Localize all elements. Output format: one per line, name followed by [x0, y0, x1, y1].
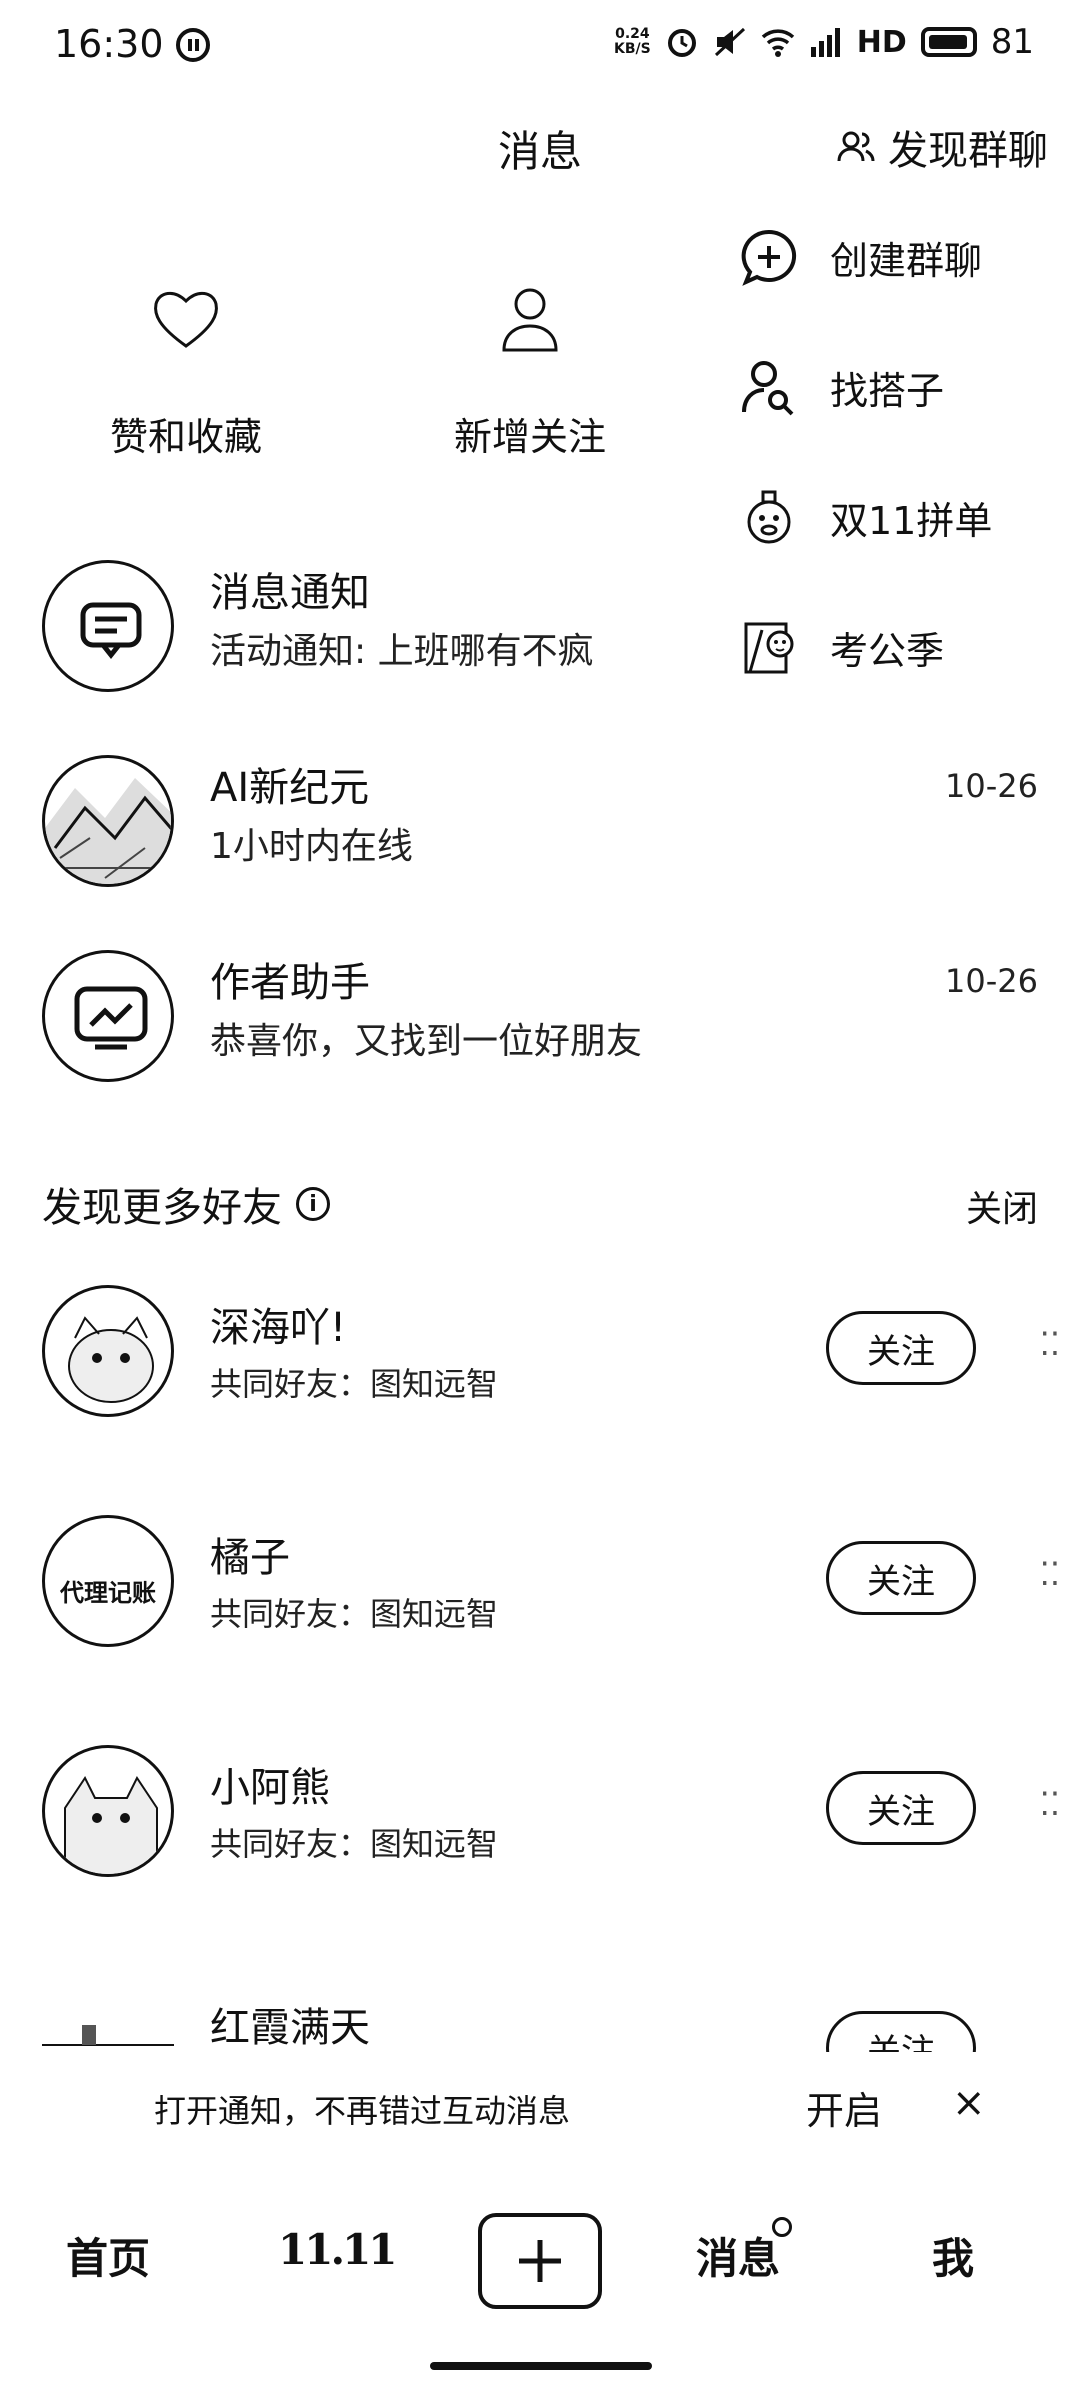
nav-home[interactable]: 首页: [66, 2225, 150, 2286]
chat-plus-icon: [741, 229, 797, 286]
discover-group-button[interactable]: 发现群聊: [836, 118, 1048, 176]
bottom-nav: 首页 11.11 消息 我: [0, 2195, 1080, 2345]
avatar-image: [42, 2025, 174, 2046]
header: 消息 发现群聊: [0, 110, 1080, 190]
conversation-item-ai[interactable]: AI新纪元 1小时内在线 10-26: [0, 755, 1080, 935]
find-person-icon: [742, 361, 794, 416]
mutual-friends: 共同好友：图知远智: [210, 1365, 499, 1403]
conversation-preview: 活动通知: 上班哪有不疯: [210, 631, 594, 672]
new-followers-label: 新增关注: [454, 415, 607, 459]
unread-dot: [772, 2217, 792, 2237]
conversation-preview: 1小时内在线: [210, 826, 413, 867]
conversation-preview: 恭喜你，又找到一位好朋友: [210, 1021, 643, 1062]
friend-name: 红霞满天: [210, 2005, 370, 2051]
dismiss-icon[interactable]: ⁚⁚: [1040, 1785, 1060, 1823]
cat-avatar-image: [64, 1776, 158, 1874]
conversation-item-notifications[interactable]: 消息通知 活动通知: 上班哪有不疯: [0, 560, 1080, 740]
conversation-time: 10-26: [945, 962, 1038, 1000]
likes-favorites-label: 赞和收藏: [110, 415, 263, 459]
heart-icon: [154, 292, 218, 348]
notification-text: 打开通知，不再错过互动消息: [154, 2092, 571, 2130]
avatar-image: [45, 778, 171, 884]
nav-me[interactable]: 我: [932, 2225, 974, 2286]
plus-icon: [519, 2240, 561, 2282]
follow-button[interactable]: 关注: [826, 1311, 976, 1385]
nav-messages[interactable]: 消息: [696, 2225, 780, 2286]
discover-friends-title: 发现更多好友 i: [42, 1175, 330, 1233]
person-icon: [502, 288, 558, 352]
info-icon[interactable]: i: [296, 1187, 330, 1221]
conversation-name: 作者助手: [210, 960, 370, 1006]
signal-icon: [810, 28, 840, 57]
friend-name: 小阿熊: [210, 1765, 330, 1811]
avatar: [42, 1745, 174, 1877]
mutual-friends: 共同好友：图知远智: [210, 1825, 499, 1863]
mute-icon: [714, 27, 745, 57]
friend-suggestion[interactable]: 小阿熊 共同好友：图知远智 关注 ⁚⁚: [0, 1745, 1080, 1895]
friend-suggestion[interactable]: 代理记账 橘子 共同好友：图知远智 关注 ⁚⁚: [0, 1515, 1080, 1665]
battery-level: 81: [990, 22, 1034, 62]
new-followers-button[interactable]: 新增关注: [454, 280, 606, 461]
status-time: 16:30: [54, 22, 164, 66]
double11-group-buy-label: 双11拼单: [830, 498, 993, 543]
avatar-text: 代理记账: [60, 1578, 156, 1607]
close-banner-button[interactable]: ×: [952, 2080, 986, 2126]
discover-close-button[interactable]: 关闭: [966, 1180, 1038, 1232]
net-speed: 0.24 KB/S: [614, 26, 651, 57]
friend-suggestion[interactable]: 深海吖! 共同好友：图知远智 关注 ⁚⁚: [0, 1285, 1080, 1435]
notification-avatar: [42, 560, 174, 692]
create-group-item[interactable]: 创建群聊: [740, 228, 982, 286]
wifi-icon: [761, 29, 794, 57]
group-icon: [837, 131, 875, 162]
find-partner-item[interactable]: 找搭子: [740, 358, 944, 416]
conversation-name: AI新纪元: [210, 765, 370, 811]
nav-promo[interactable]: 11.11: [278, 2225, 398, 2274]
conversation-name: 消息通知: [210, 570, 370, 616]
pause-icon: [176, 28, 210, 62]
avatar: [42, 1285, 174, 1417]
author-assistant-avatar: [42, 950, 174, 1082]
conversation-time: 10-26: [945, 767, 1038, 805]
likes-favorites-button[interactable]: 赞和收藏: [110, 280, 262, 461]
friend-name: 橘子: [210, 1535, 290, 1581]
avatar: [42, 755, 174, 887]
mascot-icon: [747, 490, 791, 544]
status-icons: 0.24 KB/S HD 81: [614, 22, 1034, 62]
follow-button[interactable]: 关注: [826, 1771, 976, 1845]
network-type: HD: [856, 24, 907, 60]
follow-button[interactable]: 关注: [826, 1541, 976, 1615]
create-post-button[interactable]: [478, 2213, 602, 2309]
home-indicator[interactable]: [430, 2362, 652, 2370]
discover-group-label: 发现群聊: [888, 128, 1048, 174]
cat-avatar-image: [68, 1316, 154, 1403]
status-bar: 16:30 0.24 KB/S HD 81: [0, 0, 1080, 92]
discover-friends-label: 发现更多好友: [42, 1185, 282, 1231]
find-partner-label: 找搭子: [830, 368, 945, 413]
friend-name: 深海吖!: [210, 1305, 347, 1351]
trend-chart-icon: [74, 986, 148, 1050]
avatar: 代理记账: [42, 1515, 174, 1647]
alarm-icon: [667, 29, 696, 57]
mutual-friends: 共同好友：图知远智: [210, 1595, 499, 1633]
create-group-label: 创建群聊: [830, 238, 983, 283]
double11-group-buy-item[interactable]: 双11拼单: [740, 488, 992, 546]
battery-icon: [920, 27, 977, 57]
message-icon: [80, 602, 142, 660]
conversation-item-author-assistant[interactable]: 作者助手 恭喜你，又找到一位好朋友 10-26: [0, 950, 1080, 1130]
dismiss-icon[interactable]: ⁚⁚: [1040, 1325, 1060, 1363]
dismiss-icon[interactable]: ⁚⁚: [1040, 1555, 1060, 1593]
notification-banner: 打开通知，不再错过互动消息 开启 ×: [0, 2052, 1080, 2162]
enable-notification-button[interactable]: 开启: [806, 2080, 882, 2135]
